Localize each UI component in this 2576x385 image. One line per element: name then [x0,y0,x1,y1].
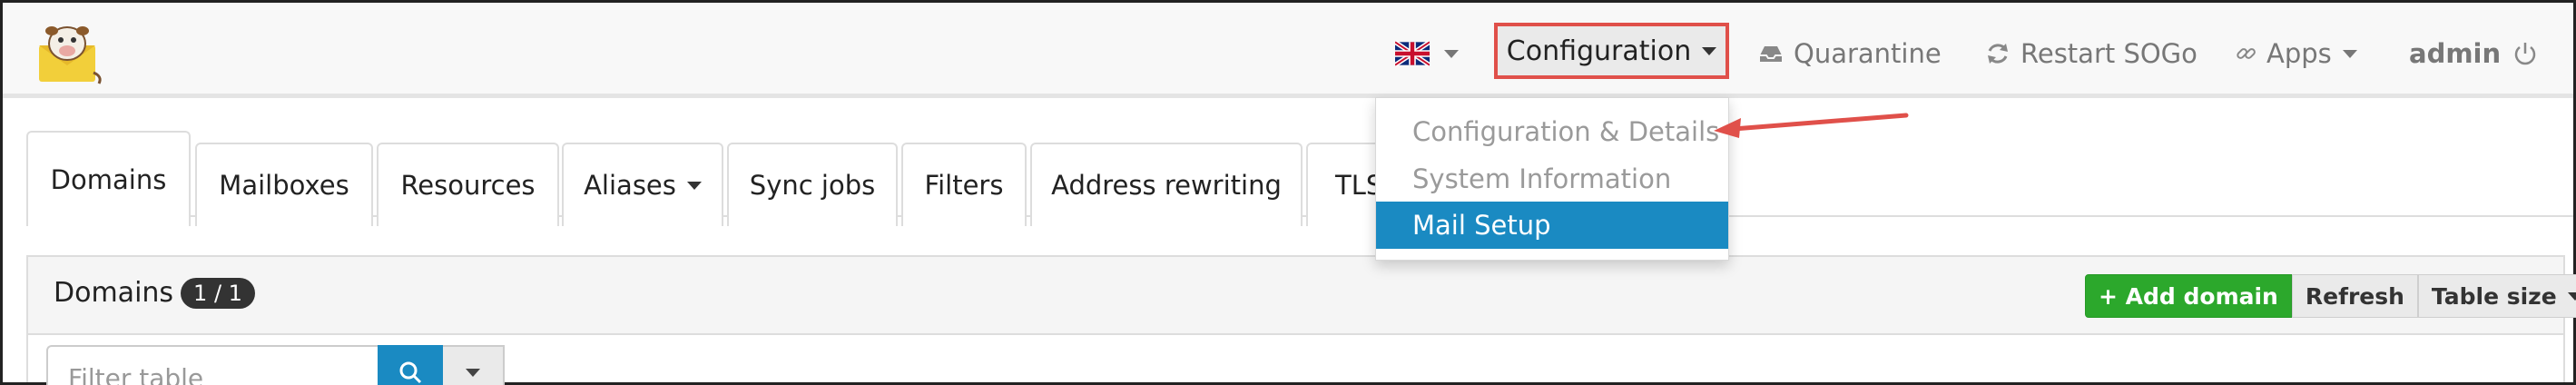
table-size-label: Table size [2431,282,2557,310]
user-label: admin [2409,38,2502,69]
panel-actions: + Add domain Refresh Table size [2085,274,2576,318]
inbox-icon [1760,46,1782,62]
restart-sogo-link[interactable]: Restart SOGo [1984,26,2197,81]
tab-address-rewriting[interactable]: Address rewriting [1030,143,1303,226]
annotation-arrow-icon [1714,113,1909,138]
uk-flag-icon [1395,41,1430,66]
menu-item-configuration-details[interactable]: Configuration & Details [1376,108,1728,155]
tab-domains[interactable]: Domains [26,131,191,226]
tab-label: Address rewriting [1051,170,1282,201]
chevron-down-icon [2342,49,2357,58]
tab-mailboxes[interactable]: Mailboxes [195,143,373,226]
filter-group: Filter table [46,345,505,385]
quarantine-label: Quarantine [1794,38,1942,69]
configuration-menu-button[interactable]: Configuration [1494,23,1729,79]
power-icon[interactable] [2512,40,2539,67]
tab-aliases[interactable]: Aliases [562,143,723,226]
refresh-icon [1988,44,2008,64]
menu-item-system-information[interactable]: System Information [1376,155,1728,202]
tab-filters[interactable]: Filters [901,143,1027,226]
menu-item-label: System Information [1412,163,1672,194]
apps-label: Apps [2266,38,2332,69]
quarantine-link[interactable]: Quarantine [1757,26,1942,81]
table-size-button[interactable]: Table size [2417,274,2576,318]
configuration-label: Configuration [1506,35,1692,67]
tab-label: Domains [50,163,167,195]
panel-title: Domains 1 / 1 [54,277,255,309]
tab-label: Sync jobs [749,170,876,201]
menu-item-label: Configuration & Details [1412,116,1720,147]
menu-item-label: Mail Setup [1412,210,1551,241]
tab-label: Aliases [584,170,676,201]
chevron-down-icon [1444,49,1459,58]
configuration-dropdown: Configuration & Details System Informati… [1375,97,1729,261]
apps-menu[interactable]: Apps [2236,26,2357,81]
domains-panel: Domains 1 / 1 + Add domain Refresh Table… [26,255,2576,385]
link-icon [2237,48,2256,59]
tab-resources[interactable]: Resources [377,143,559,226]
tab-label: Resources [400,170,536,201]
add-domain-button[interactable]: + Add domain [2085,274,2292,318]
top-navbar: Configuration Quarantine Restart SOGo Ap… [3,3,2573,98]
tab-label: Mailboxes [219,170,349,201]
filter-options-button[interactable] [443,345,505,385]
panel-title-text: Domains [54,277,174,309]
menu-item-mail-setup[interactable]: Mail Setup [1376,202,1728,249]
user-menu[interactable]: admin [2409,26,2539,81]
chevron-down-icon [686,181,702,190]
tab-sync-jobs[interactable]: Sync jobs [727,143,898,226]
language-selector[interactable] [1395,26,1459,81]
chevron-down-icon [1702,46,1717,55]
restart-sogo-label: Restart SOGo [2020,38,2197,69]
search-button[interactable] [378,345,443,385]
search-icon [399,361,422,384]
tab-bar: Domains Mailboxes Resources Aliases Sync… [3,102,2573,226]
panel-header: Domains 1 / 1 + Add domain Refresh Table… [28,257,2576,335]
chevron-down-icon [466,368,480,377]
filter-input[interactable]: Filter table [46,345,378,385]
chevron-down-icon [2567,291,2576,301]
count-badge: 1 / 1 [181,277,255,309]
mailcow-logo[interactable] [34,18,106,85]
refresh-button[interactable]: Refresh [2291,274,2418,318]
tab-label: Filters [924,170,1004,201]
